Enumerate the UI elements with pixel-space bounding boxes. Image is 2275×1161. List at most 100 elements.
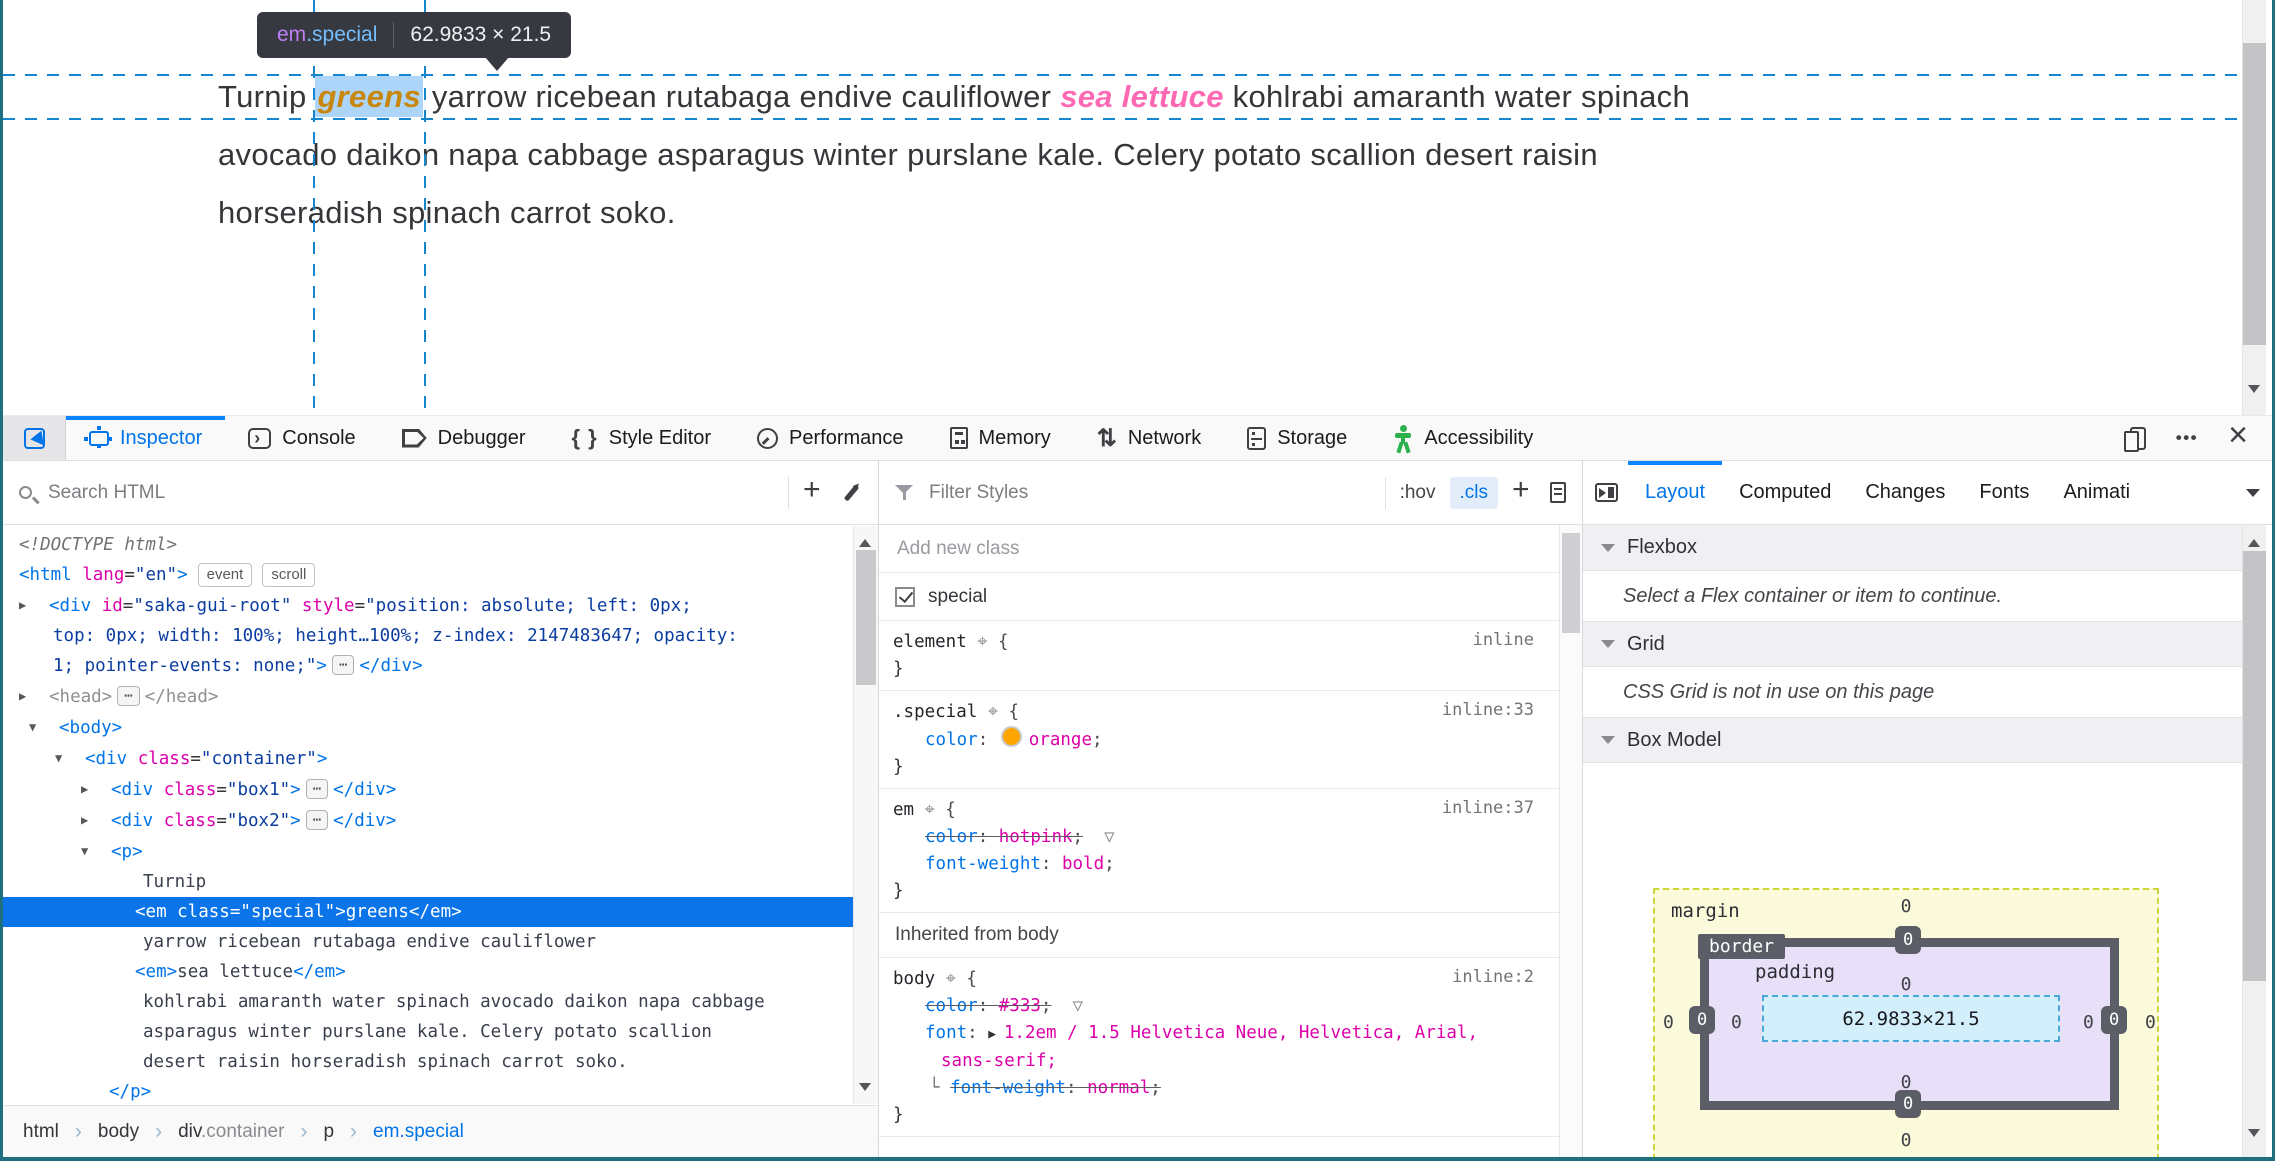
padding-left-value[interactable]: 0 — [1731, 1012, 1742, 1033]
rules-scrollbar-thumb[interactable] — [1562, 533, 1580, 633]
close-devtools-icon[interactable] — [2228, 425, 2248, 451]
tab-console[interactable]: Console — [225, 416, 378, 460]
box-model-content-box[interactable]: 62.9833×21.5 — [1762, 995, 2060, 1042]
markup-scrollbar-thumb[interactable] — [856, 550, 876, 685]
markup-row[interactable]: <em>sea lettuce</em> — [3, 957, 854, 987]
toggle-hover-button[interactable]: :hov — [1400, 482, 1436, 504]
border-bottom-value[interactable]: 0 — [1895, 1090, 1922, 1118]
sidebar-toggle-icon[interactable] — [1595, 483, 1618, 502]
toggle-classes-button[interactable]: .cls — [1449, 476, 1498, 509]
search-html-input[interactable] — [46, 480, 774, 505]
markup-scrollbar[interactable] — [853, 526, 878, 1104]
breadcrumb-item-em-special[interactable]: em.special — [373, 1121, 464, 1143]
tab-style-editor[interactable]: Style Editor — [549, 416, 735, 460]
padding-right-value[interactable]: 0 — [2083, 1012, 2094, 1033]
border-right-value[interactable]: 0 — [2101, 1006, 2128, 1034]
scroll-up-arrow-icon[interactable] — [2248, 533, 2260, 547]
markup-row[interactable]: <html lang="en"> event scroll — [3, 560, 854, 590]
grid-section-header[interactable]: Grid — [1583, 621, 2248, 667]
declaration-color-orange[interactable]: color: orange; — [879, 726, 1560, 754]
add-node-icon[interactable] — [803, 481, 827, 505]
margin-left-value[interactable]: 0 — [1663, 1012, 1674, 1033]
flexbox-section-header[interactable]: Flexbox — [1583, 525, 2248, 571]
markup-row[interactable]: asparagus winter purslane kale. Celery p… — [3, 1017, 854, 1047]
layout-scrollbar[interactable] — [2242, 525, 2266, 1157]
eyedropper-icon[interactable] — [843, 483, 860, 502]
breadcrumb-item-html[interactable]: html — [23, 1121, 59, 1143]
breadcrumb-item-body[interactable]: body — [98, 1121, 139, 1143]
tab-inspector[interactable]: Inspector — [66, 416, 225, 460]
tab-storage[interactable]: Storage — [1224, 416, 1370, 460]
tab-accessibility[interactable]: Accessibility — [1370, 416, 1556, 460]
declaration-font-weight-bold[interactable]: font-weight: bold; — [879, 851, 1560, 878]
markup-row[interactable]: ▶ <div class="box1"> ⋯ </div> — [3, 774, 854, 805]
token: ▶ — [19, 689, 27, 703]
declaration-font-weight-normal-overridden[interactable]: └ font-weight: normal; — [879, 1075, 1560, 1102]
margin-top-value[interactable]: 0 — [1655, 896, 2157, 917]
scroll-down-arrow-icon[interactable] — [2248, 1129, 2260, 1143]
tab-performance[interactable]: Performance — [734, 416, 927, 460]
markup-row[interactable]: <!DOCTYPE html> — [3, 530, 854, 560]
declaration-font-shorthand[interactable]: font: ▶ 1.2em / 1.5 Helvetica Neue, Helv… — [879, 1020, 1560, 1048]
add-new-class-input[interactable] — [895, 536, 1544, 561]
tab-layout[interactable]: Layout — [1628, 461, 1722, 524]
pick-element-button[interactable] — [3, 416, 66, 460]
tab-debugger[interactable]: Debugger — [379, 416, 549, 460]
token: = — [190, 749, 201, 769]
tab-computed[interactable]: Computed — [1722, 461, 1848, 524]
markup-row[interactable]: desert raisin horseradish spinach carrot… — [3, 1047, 854, 1077]
markup-row[interactable]: kohlrabi amaranth water spinach avocado … — [3, 987, 854, 1017]
box-model-section-header[interactable]: Box Model — [1583, 717, 2248, 763]
markup-row[interactable]: ▼ <p> — [3, 836, 854, 867]
token: : — [1065, 1078, 1088, 1098]
rule-location-link[interactable]: inline — [1473, 630, 1534, 650]
layout-scrollbar-thumb[interactable] — [2243, 551, 2266, 981]
padding-top-value[interactable]: 0 — [1655, 974, 2157, 995]
breadcrumb-item-div-container[interactable]: div.container — [178, 1121, 284, 1143]
pick-element-icon — [23, 427, 45, 449]
markup-row[interactable]: top: 0px; width: 100%; height…100%; z-in… — [3, 621, 854, 651]
add-rule-icon[interactable] — [1512, 481, 1536, 505]
rules-scrollbar[interactable] — [1559, 525, 1582, 1157]
markup-row[interactable]: ▶ <head> ⋯ </head> — [3, 681, 854, 712]
markup-row[interactable]: 1; pointer-events: none;"> ⋯ </div> — [3, 651, 854, 681]
breadcrumb-item-p[interactable]: p — [323, 1121, 334, 1143]
scroll-up-arrow-icon[interactable] — [859, 533, 871, 547]
all-tabs-dropdown-icon[interactable] — [2246, 489, 2260, 497]
filter-styles-input[interactable] — [927, 480, 1371, 505]
markup-row-selected[interactable]: <em class="special">greens</em> — [3, 897, 854, 927]
tab-network[interactable]: Network — [1074, 416, 1224, 460]
token: : — [967, 1023, 989, 1043]
responsive-design-mode-icon[interactable] — [2123, 426, 2146, 452]
markup-row[interactable]: yarrow ricebean rutabaga endive cauliflo… — [3, 927, 854, 957]
tab-animations[interactable]: Animati — [2046, 461, 2147, 524]
token: > — [316, 656, 327, 676]
stylesheet-icon[interactable] — [1550, 482, 1566, 503]
margin-bottom-value[interactable]: 0 — [1655, 1130, 2157, 1151]
markup-row[interactable]: ▶ <div class="box2"> ⋯ </div> — [3, 805, 854, 836]
rule-location-link[interactable]: inline:33 — [1442, 700, 1534, 720]
meatball-menu-icon[interactable] — [2176, 428, 2198, 448]
markup-row[interactable]: Turnip — [3, 867, 854, 897]
declaration-color-hotpink-overridden[interactable]: color: hotpink; ▽ — [879, 824, 1560, 851]
declaration-color-333-overridden[interactable]: color: #333; ▽ — [879, 993, 1560, 1020]
margin-right-value[interactable]: 0 — [2145, 1012, 2156, 1033]
rule-location-link[interactable]: inline:37 — [1442, 798, 1534, 818]
tab-fonts[interactable]: Fonts — [1962, 461, 2046, 524]
markup-row[interactable]: ▶ <div id="saka-gui-root" style="position… — [3, 590, 854, 621]
class-checkbox[interactable] — [895, 586, 915, 607]
markup-row[interactable]: ▼ <body> — [3, 712, 854, 743]
scroll-down-arrow-icon[interactable] — [859, 1083, 871, 1097]
page-scrollbar[interactable] — [2242, 0, 2266, 415]
page-scrollbar-thumb[interactable] — [2243, 43, 2266, 345]
border-left-value[interactable]: 0 — [1689, 1006, 1716, 1034]
rule-selector-line[interactable]: element ⌖ { — [879, 628, 1560, 656]
tab-memory[interactable]: Memory — [927, 416, 1074, 460]
border-top-value[interactable]: 0 — [1895, 926, 1922, 954]
html-tree: <!DOCTYPE html> <html lang="en"> event scr… — [3, 526, 854, 1104]
rule-location-link[interactable]: inline:2 — [1452, 967, 1534, 987]
tab-changes[interactable]: Changes — [1848, 461, 1962, 524]
markup-row[interactable]: ▼ <div class="container"> — [3, 743, 854, 774]
markup-row[interactable]: </p> — [3, 1077, 854, 1104]
scroll-down-arrow-icon[interactable] — [2248, 385, 2260, 399]
